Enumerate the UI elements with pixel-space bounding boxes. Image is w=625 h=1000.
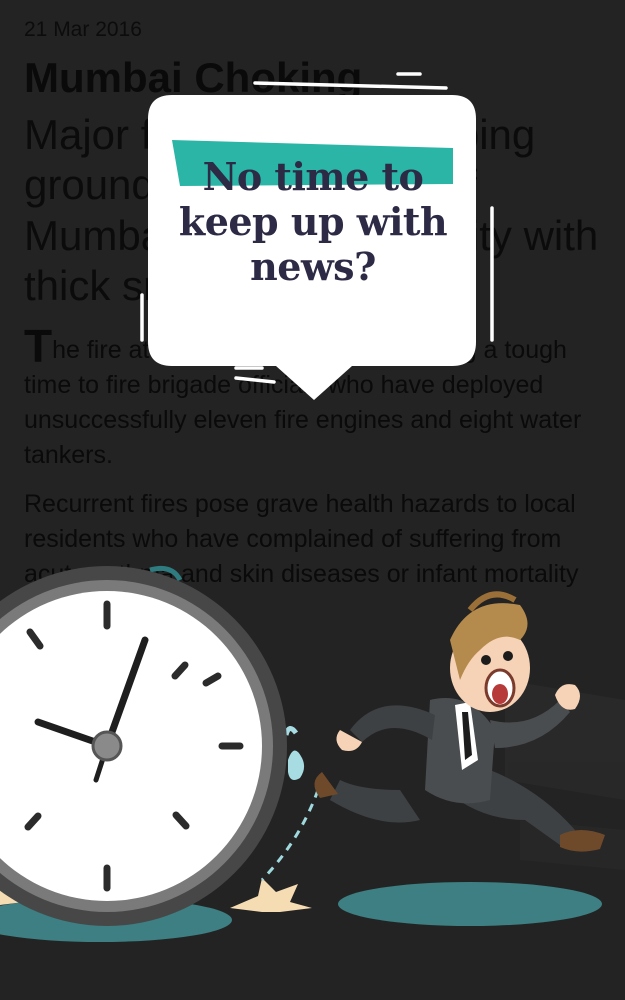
impact-splash-icon — [230, 878, 312, 912]
sweat-drops-icon — [283, 726, 305, 780]
illustration — [0, 565, 625, 942]
runner-shadow — [338, 882, 602, 926]
stopwatch-icon — [0, 565, 287, 926]
